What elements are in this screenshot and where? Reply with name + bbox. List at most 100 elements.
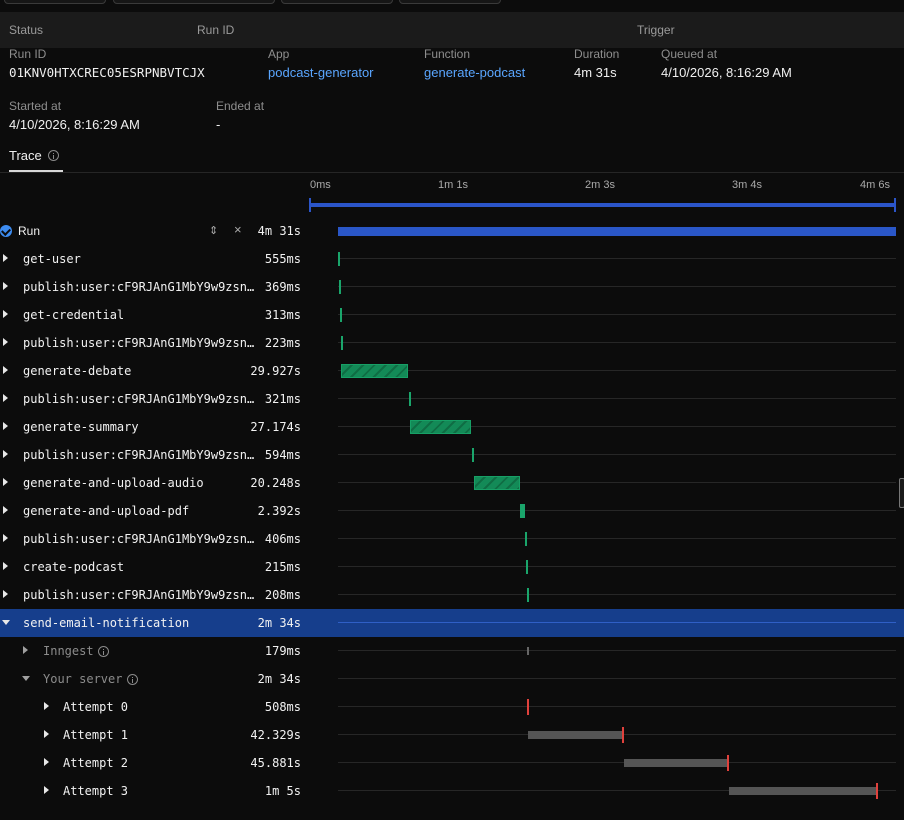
chevron-right-icon[interactable]	[3, 338, 8, 346]
trace-row[interactable]: publish:user:cF9RJAnG1MbY9w9zsn… 223ms	[0, 329, 904, 357]
chevron-right-icon[interactable]	[44, 730, 49, 738]
attempt-failure-marker[interactable]	[527, 699, 529, 715]
timeline-tick-label: 4m 6s	[860, 179, 890, 191]
chevron-right-icon[interactable]	[3, 590, 8, 598]
attempt-name: Attempt 1	[63, 728, 129, 742]
top-tab[interactable]	[4, 0, 106, 4]
app-link[interactable]: podcast-generator	[268, 65, 374, 80]
attempt-row[interactable]: Attempt 2 45.881s	[0, 749, 904, 777]
trace-bar[interactable]	[338, 252, 340, 266]
chevron-right-icon[interactable]	[3, 254, 8, 262]
chevron-down-icon[interactable]	[22, 676, 30, 681]
attempt-failure-marker[interactable]	[622, 727, 624, 743]
attempt-row[interactable]: Attempt 1 42.329s	[0, 721, 904, 749]
started-at-label: Started at	[9, 99, 62, 113]
trace-row[interactable]: publish:user:cF9RJAnG1MbY9w9zsn… 321ms	[0, 385, 904, 413]
trace-row[interactable]: create-podcast 215ms	[0, 553, 904, 581]
trace-row[interactable]: get-credential 313ms	[0, 301, 904, 329]
trace-row[interactable]: generate-debate 29.927s	[0, 357, 904, 385]
attempt-duration: 42.329s	[250, 728, 301, 742]
trace-track	[338, 258, 896, 259]
timeline-axis-start	[309, 198, 311, 212]
info-icon[interactable]	[98, 646, 109, 657]
trace-bar[interactable]	[526, 560, 528, 574]
chevron-right-icon[interactable]	[23, 646, 28, 654]
trace-bar[interactable]	[341, 364, 408, 378]
chevron-right-icon[interactable]	[3, 562, 8, 570]
chevron-right-icon[interactable]	[3, 534, 8, 542]
trace-bar[interactable]	[341, 336, 343, 350]
top-tab-strip	[0, 0, 904, 12]
chevron-right-icon[interactable]	[3, 506, 8, 514]
chevron-down-icon[interactable]	[2, 620, 10, 625]
info-icon[interactable]	[47, 150, 59, 161]
attempt-row[interactable]: Attempt 3 1m 5s	[0, 777, 904, 805]
attempt-name: Attempt 0	[63, 700, 129, 714]
run-id-value[interactable]: 01KNV0HTXCREC05ESRPNBVTCJX	[9, 65, 205, 80]
trace-bar[interactable]	[520, 504, 525, 518]
trace-row-selected[interactable]: send-email-notification 2m 34s	[0, 609, 904, 637]
info-icon[interactable]	[127, 674, 138, 685]
trace-bar[interactable]	[474, 476, 520, 490]
attempt-failure-marker[interactable]	[727, 755, 729, 771]
trace-row[interactable]: publish:user:cF9RJAnG1MbY9w9zsn… 208ms	[0, 581, 904, 609]
trace-row[interactable]: generate-summary 27.174s	[0, 413, 904, 441]
runs-table-header: Status Run ID Trigger	[0, 12, 904, 48]
trace-row-name: create-podcast	[23, 560, 125, 574]
trace-row[interactable]: publish:user:cF9RJAnG1MbY9w9zsn… 406ms	[0, 525, 904, 553]
top-tab[interactable]	[113, 0, 275, 4]
attempt-row[interactable]: Attempt 0 508ms	[0, 693, 904, 721]
trace-subrow-your-server[interactable]: Your server 2m 34s	[0, 665, 904, 693]
trace-track	[338, 482, 896, 483]
trace-bar[interactable]	[527, 647, 529, 655]
chevron-right-icon[interactable]	[3, 450, 8, 458]
timeline-axis[interactable]	[310, 203, 896, 207]
collapse-all-icon[interactable]: ×	[234, 222, 242, 237]
trace-bar[interactable]	[525, 532, 527, 546]
expand-all-icon[interactable]: ⇕	[209, 224, 218, 237]
trace-subrow-inngest[interactable]: Inngest 179ms	[0, 637, 904, 665]
trace-row[interactable]: get-user 555ms	[0, 245, 904, 273]
chevron-right-icon[interactable]	[3, 282, 8, 290]
panel-resize-handle[interactable]	[899, 478, 904, 508]
function-link[interactable]: generate-podcast	[424, 65, 525, 80]
trace-row[interactable]: publish:user:cF9RJAnG1MbY9w9zsn… 594ms	[0, 441, 904, 469]
run-id-label: Run ID	[9, 47, 47, 61]
column-run-id[interactable]: Run ID	[197, 23, 234, 37]
chevron-right-icon[interactable]	[3, 310, 8, 318]
chevron-right-icon[interactable]	[44, 702, 49, 710]
column-trigger[interactable]: Trigger	[637, 23, 675, 37]
trace-row[interactable]: publish:user:cF9RJAnG1MbY9w9zsn… 369ms	[0, 273, 904, 301]
column-status[interactable]: Status	[9, 23, 43, 37]
attempt-wait-bar[interactable]	[729, 787, 877, 795]
trace-bar[interactable]	[410, 420, 471, 434]
trace-row-duration: 27.174s	[250, 420, 301, 434]
trace-row-duration: 369ms	[264, 280, 301, 294]
chevron-right-icon[interactable]	[3, 366, 8, 374]
attempt-wait-bar[interactable]	[528, 731, 623, 739]
trace-bar[interactable]	[340, 308, 342, 322]
trace-bar[interactable]	[409, 392, 411, 406]
trace-row-name: generate-and-upload-pdf	[23, 504, 190, 518]
trace-bar[interactable]	[527, 588, 529, 602]
attempt-failure-marker[interactable]	[876, 783, 878, 799]
chevron-right-icon[interactable]	[3, 422, 8, 430]
chevron-right-icon[interactable]	[3, 478, 8, 486]
trace-row[interactable]: generate-and-upload-audio 20.248s	[0, 469, 904, 497]
chevron-right-icon[interactable]	[3, 394, 8, 402]
tab-trace[interactable]: Trace	[9, 148, 59, 163]
trace-root-row[interactable]: Run ⇕ × 4m 31s	[0, 217, 904, 245]
trace-row-duration: 594ms	[264, 448, 301, 462]
chevron-right-icon[interactable]	[44, 758, 49, 766]
trace-row-duration: 313ms	[264, 308, 301, 322]
trace-bar[interactable]	[472, 448, 474, 462]
ended-at-label: Ended at	[216, 99, 265, 113]
attempt-wait-bar[interactable]	[624, 759, 728, 767]
attempt-name: Attempt 3	[63, 784, 129, 798]
trace-bar[interactable]	[339, 280, 341, 294]
trace-row[interactable]: generate-and-upload-pdf 2.392s	[0, 497, 904, 525]
top-tab[interactable]	[399, 0, 501, 4]
trace-track	[338, 342, 896, 343]
chevron-right-icon[interactable]	[44, 786, 49, 794]
top-tab[interactable]	[281, 0, 393, 4]
